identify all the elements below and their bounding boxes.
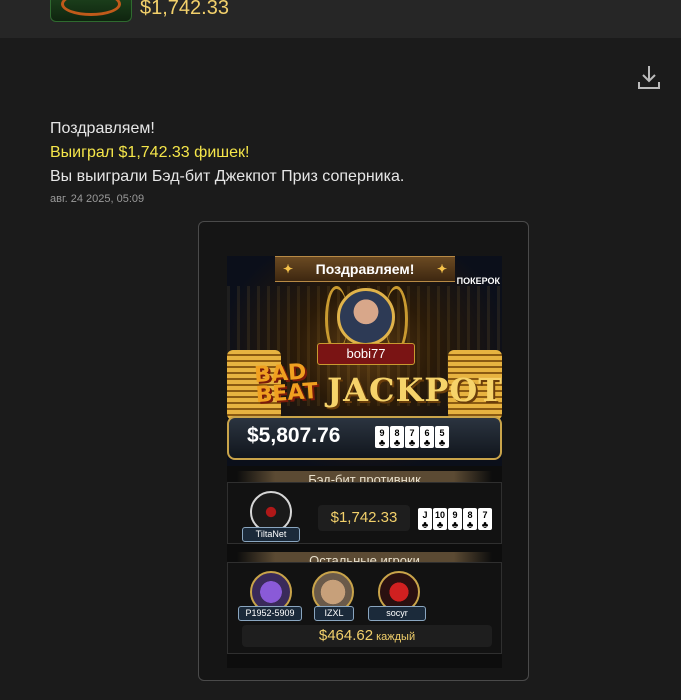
bad-beat-logo: BAD BEAT	[253, 360, 319, 409]
club-icon: ♣	[408, 438, 416, 449]
description-text: Вы выиграли Бэд-бит Джекпот Приз соперни…	[50, 168, 405, 185]
club-icon: ♣	[438, 438, 446, 449]
other-player-name-1: P1952-5909	[238, 606, 302, 621]
opponent-card-5: 7 ♣	[478, 508, 492, 531]
club-icon: ♣	[393, 438, 401, 449]
card-rank: 8	[467, 510, 473, 520]
club-icon: ♣	[466, 520, 474, 531]
club-icon: ♣	[378, 438, 386, 449]
brand-logo: ПОКЕРОК	[456, 276, 500, 286]
jackpot-title: JACKPOT	[327, 371, 502, 409]
club-icon: ♣	[451, 520, 459, 531]
previous-message-bar: $1,742.33	[0, 0, 681, 38]
bad-beat-bottom: BEAT	[254, 378, 319, 409]
card-rank: 6	[424, 428, 430, 438]
winner-avatar	[337, 288, 395, 346]
jackpot-amount: $5,807.76	[247, 424, 341, 447]
winner-card-4: 6 ♣	[420, 426, 434, 449]
previous-prize-amount: $1,742.33	[140, 0, 229, 19]
winner-hand: 9 ♣ 8 ♣ 7 ♣ 6 ♣ 5 ♣	[375, 426, 449, 449]
each-label: каждый	[376, 631, 416, 643]
winner-name: bobi77	[317, 343, 415, 365]
greeting-text: Поздравляем!	[50, 120, 155, 137]
winner-card-2: 8 ♣	[390, 426, 404, 449]
each-amount: $464.62	[318, 627, 374, 644]
card-rank: J	[422, 510, 428, 520]
winner-card-3: 7 ♣	[405, 426, 419, 449]
others-section: P1952-5909 IZXL socyr $464.62 каждый	[227, 562, 502, 654]
club-icon: ♣	[421, 520, 429, 531]
card-rank: 9	[452, 510, 458, 520]
jackpot-prize-box: $5,807.76 9 ♣ 8 ♣ 7 ♣ 6 ♣ 5 ♣	[227, 416, 502, 460]
other-player-name-2: IZXL	[314, 606, 354, 621]
jackpot-card: Поздравляем! ПОКЕРОК bobi77 BAD BEAT JAC…	[198, 221, 529, 681]
timestamp: авг. 24 2025, 05:09	[50, 193, 145, 205]
previous-prize-thumbnail[interactable]	[50, 0, 132, 22]
opponent-name: TiltaNet	[242, 527, 300, 542]
split-amount: $464.62 каждый	[242, 625, 492, 647]
opponent-card-1: J ♣	[418, 508, 432, 531]
notification-message: Поздравляем! Выиграл $1,742.33 фишек! Вы…	[50, 117, 404, 205]
opponent-hand: J ♣ 10 ♣ 9 ♣ 8 ♣ 7 ♣	[418, 508, 492, 531]
jackpot-poster: Поздравляем! ПОКЕРОК bobi77 BAD BEAT JAC…	[227, 256, 502, 668]
card-rank: 9	[379, 428, 385, 438]
club-icon: ♣	[481, 520, 489, 531]
card-rank: 10	[434, 510, 445, 520]
card-rank: 7	[409, 428, 415, 438]
winner-card-5: 5 ♣	[435, 426, 449, 449]
opponent-section: TiltaNet $1,742.33 J ♣ 10 ♣ 9 ♣ 8 ♣ 7 ♣	[227, 482, 502, 544]
club-icon: ♣	[436, 520, 444, 531]
win-amount-text: Выиграл $1,742.33 фишек!	[50, 144, 250, 161]
club-icon: ♣	[423, 438, 431, 449]
opponent-card-3: 9 ♣	[448, 508, 462, 531]
opponent-card-2: 10 ♣	[433, 508, 447, 531]
card-rank: 7	[482, 510, 488, 520]
opponent-amount: $1,742.33	[318, 505, 410, 531]
other-player-name-3: socyr	[368, 606, 426, 621]
winner-card-1: 9 ♣	[375, 426, 389, 449]
card-rank: 5	[439, 428, 445, 438]
opponent-card-4: 8 ♣	[463, 508, 477, 531]
card-rank: 8	[394, 428, 400, 438]
congrats-ribbon: Поздравляем!	[275, 256, 455, 282]
jackpot-hero: Поздравляем! ПОКЕРОК bobi77 BAD BEAT JAC…	[227, 256, 502, 466]
download-icon[interactable]	[636, 64, 662, 92]
